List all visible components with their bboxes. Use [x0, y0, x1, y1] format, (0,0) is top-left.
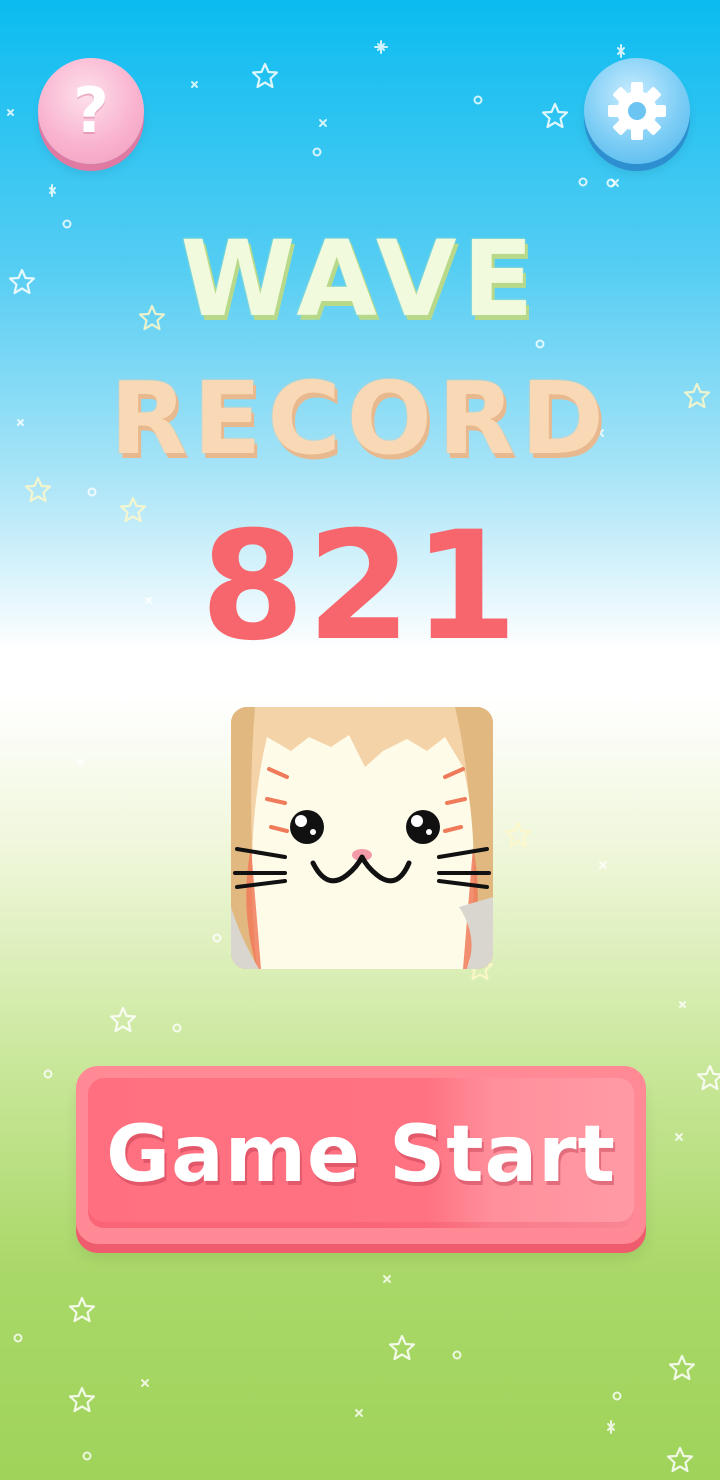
settings-button[interactable] [584, 58, 690, 164]
cat-character [231, 707, 493, 969]
title-record: RECORD [110, 360, 610, 477]
title-wave: WAVE [180, 218, 540, 340]
game-start-label: Game Start [106, 1110, 616, 1200]
question-mark-icon: ? [73, 74, 109, 147]
help-button[interactable]: ? [38, 58, 144, 164]
record-score: 821 [200, 500, 520, 674]
gear-icon [608, 82, 666, 140]
game-start-button[interactable]: Game Start [76, 1066, 646, 1244]
cat-face-illustration [231, 707, 493, 969]
